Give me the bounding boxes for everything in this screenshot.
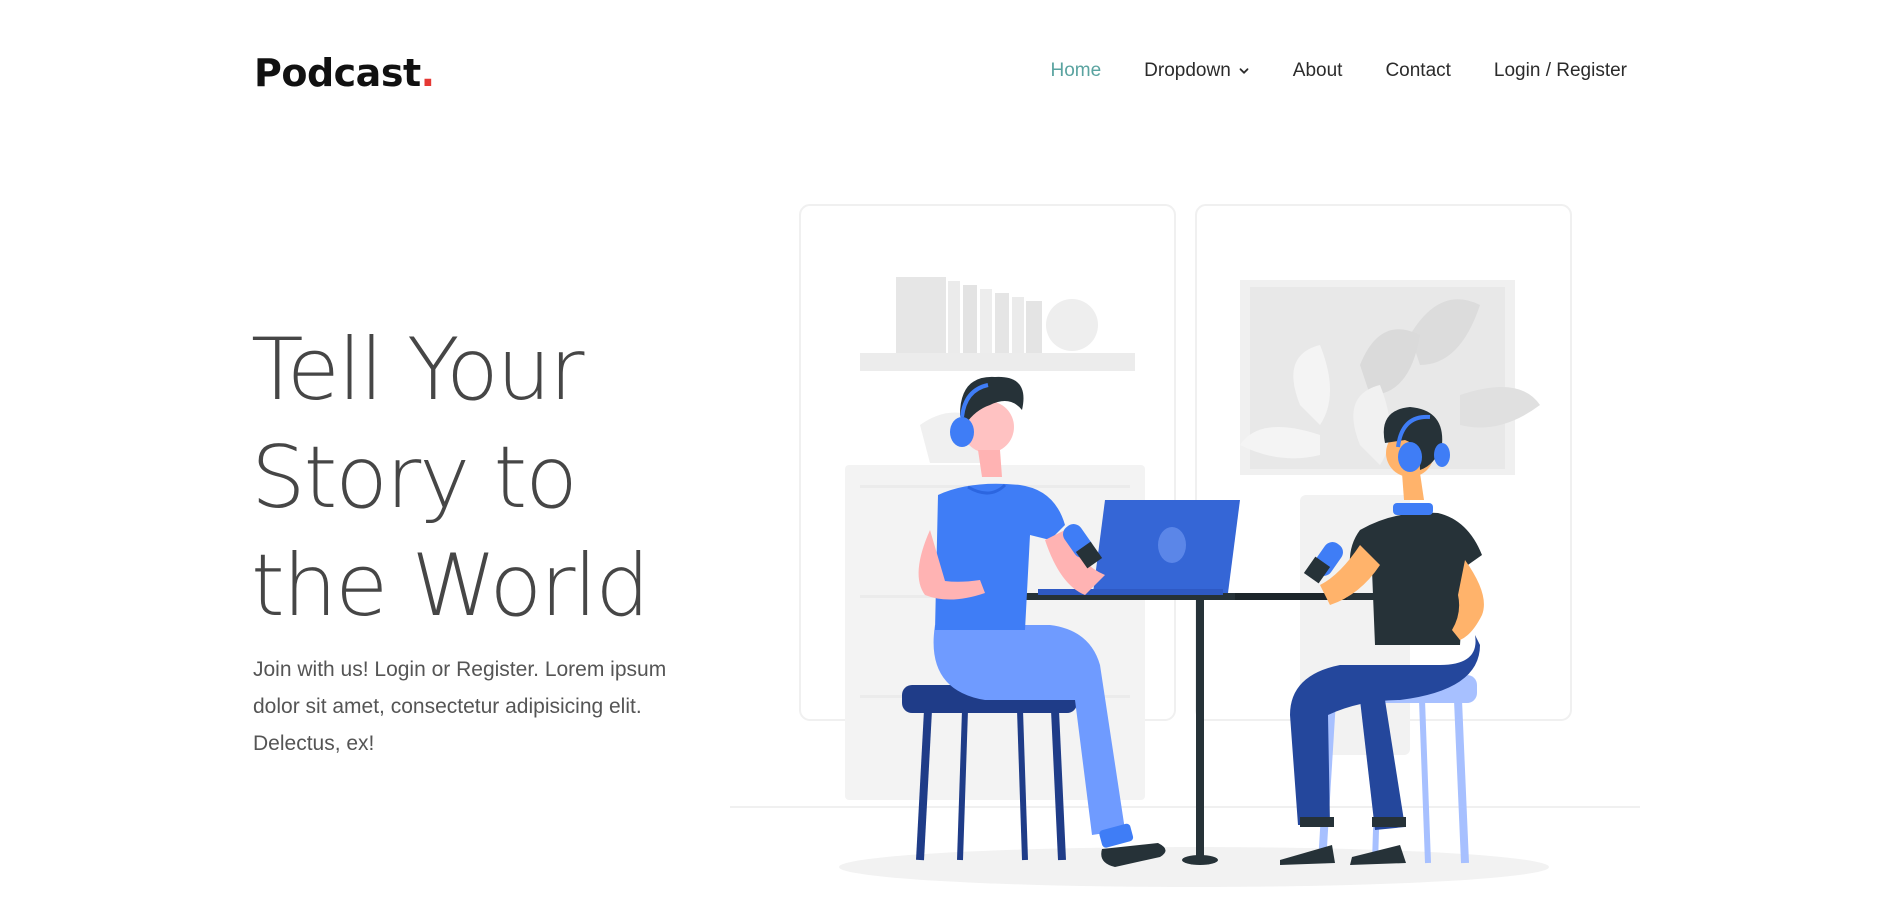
- hero-description: Join with us! Login or Register. Lorem i…: [253, 658, 667, 755]
- nav-item-label: Login / Register: [1493, 60, 1627, 81]
- nav-item-login-register[interactable]: Login / Register: [1494, 58, 1627, 84]
- landing-page: Podcast. Home Dropdown About Contact Log…: [0, 0, 1891, 923]
- navbar: Podcast. Home Dropdown About Contact Log…: [0, 0, 1891, 145]
- main-nav: Home Dropdown About Contact Login / Regi…: [1007, 58, 1627, 84]
- nav-item-home[interactable]: Home: [1050, 58, 1101, 84]
- nav-item-label: Contact: [1385, 60, 1451, 81]
- nav-item-label: Dropdown: [1144, 60, 1231, 81]
- nav-item-label: About: [1292, 60, 1343, 81]
- nav-item-label: Home: [1050, 60, 1102, 81]
- chevron-down-icon: [1239, 68, 1249, 74]
- podcast-illustration: [730, 204, 1640, 887]
- hero-title-line: Tell Your: [251, 320, 585, 420]
- brand-name: Podcast: [254, 51, 421, 95]
- brand-logo[interactable]: Podcast.: [254, 48, 435, 98]
- hero-title: Tell Your Story to the World: [251, 316, 771, 640]
- nav-item-about[interactable]: About: [1293, 58, 1343, 84]
- hero-title-line: Story to: [251, 428, 578, 528]
- brand-dot: .: [420, 51, 435, 95]
- nav-item-dropdown[interactable]: Dropdown: [1144, 58, 1250, 84]
- nav-item-contact[interactable]: Contact: [1385, 58, 1450, 84]
- hero-title-line: the World: [251, 536, 650, 636]
